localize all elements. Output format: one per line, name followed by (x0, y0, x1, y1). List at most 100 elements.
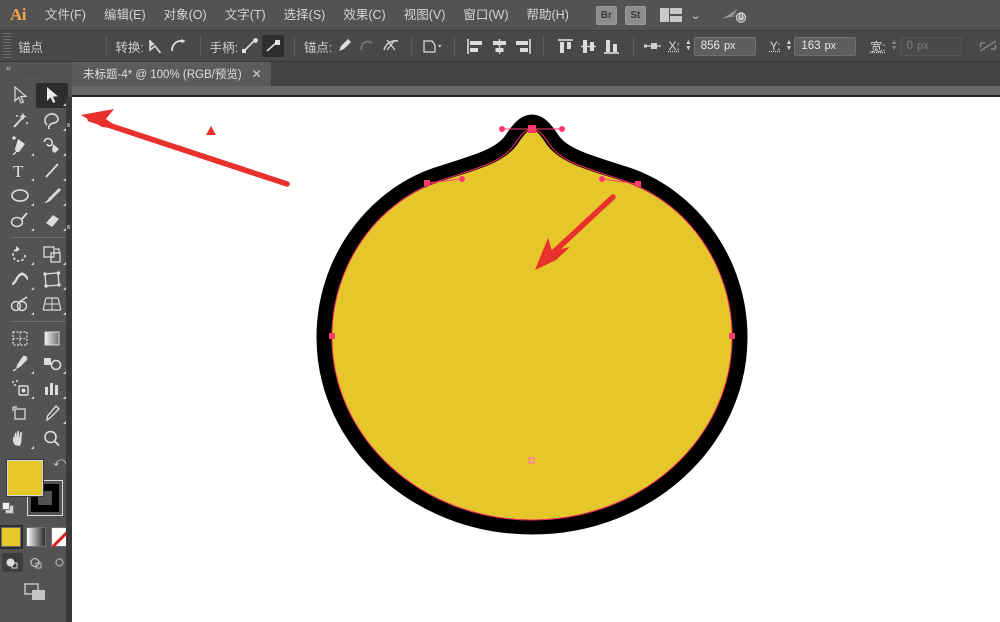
draw-normal-button[interactable] (1, 553, 23, 572)
y-input[interactable]: 163 px (794, 36, 857, 56)
align-top-icon[interactable] (554, 35, 575, 57)
x-stepper-down[interactable]: ▼ (685, 45, 692, 52)
creative-cloud-icon[interactable] (720, 5, 750, 25)
transform-reference-icon[interactable] (643, 35, 665, 57)
document-tab[interactable]: 未标题-4* @ 100% (RGB/预览) ✕ (72, 62, 271, 86)
convert-to-corner-icon[interactable] (145, 35, 166, 57)
constrain-proportions-icon[interactable] (978, 35, 999, 57)
arrange-documents-icon[interactable] (659, 7, 684, 23)
tool-eraser[interactable] (36, 208, 68, 233)
tool-pen[interactable] (4, 133, 36, 158)
width-value: 0 (906, 40, 914, 52)
fill-swatch[interactable] (7, 460, 43, 496)
color-swatch-area: ⤺ (0, 455, 72, 525)
tools-panel-collapse[interactable]: « (0, 62, 72, 74)
tools-divider (10, 237, 66, 238)
control-bar-grip[interactable] (3, 33, 12, 59)
tool-perspective-grid[interactable] (36, 292, 68, 317)
default-fill-stroke-icon[interactable] (2, 502, 15, 515)
tool-free-transform[interactable] (36, 267, 68, 292)
menu-effect[interactable]: 效果(C) (334, 0, 394, 31)
handle-point (459, 176, 465, 182)
fill-mode-group (0, 525, 72, 549)
tool-column-graph[interactable] (36, 376, 68, 401)
anchor-label: 锚点: (303, 40, 333, 55)
mode-gradient-button[interactable] (26, 527, 46, 547)
show-handles-icon[interactable] (239, 35, 260, 57)
divider (411, 36, 413, 56)
cut-path-icon[interactable] (380, 35, 401, 57)
stock-button[interactable]: St (624, 5, 646, 25)
handle-point (499, 126, 505, 132)
divider (454, 36, 456, 56)
persimmon-path[interactable] (316, 114, 748, 535)
y-stepper[interactable]: ▲ ▼ (785, 39, 792, 52)
isolate-shape-icon[interactable] (422, 35, 444, 57)
tool-hand[interactable] (4, 426, 36, 451)
menu-window[interactable]: 窗口(W) (454, 0, 517, 31)
swap-fill-stroke-icon[interactable]: ⤺ (53, 455, 67, 469)
x-input[interactable]: 856 px (693, 36, 756, 56)
menu-view[interactable]: 视图(V) (395, 0, 455, 31)
tool-ellipse[interactable] (4, 183, 36, 208)
divider (105, 36, 107, 56)
tool-eyedropper[interactable] (4, 351, 36, 376)
tool-zoom[interactable] (36, 426, 68, 451)
connect-anchor-icon (357, 35, 378, 57)
tool-curvature[interactable] (36, 133, 68, 158)
menu-type[interactable]: 文字(T) (216, 0, 275, 31)
y-value: 163 (801, 40, 821, 52)
bridge-button[interactable]: Br (595, 5, 617, 25)
mode-color-button[interactable] (0, 525, 23, 549)
tool-scale[interactable] (36, 242, 68, 267)
align-center-horizontal-icon[interactable] (489, 35, 510, 57)
menu-object[interactable]: 对象(O) (155, 0, 216, 31)
draw-behind-button[interactable] (26, 553, 47, 572)
tools-panel-grip[interactable] (0, 74, 72, 83)
menu-help[interactable]: 帮助(H) (518, 0, 578, 31)
anchor-point-selected (424, 180, 430, 186)
x-stepper[interactable]: ▲ ▼ (685, 39, 692, 52)
tool-type[interactable]: T (4, 158, 36, 183)
screen-mode-button[interactable] (0, 582, 72, 602)
canvas-artboard[interactable] (72, 97, 1000, 622)
tool-gradient[interactable] (36, 326, 68, 351)
align-right-icon[interactable] (512, 35, 533, 57)
tool-selection[interactable] (4, 83, 36, 108)
tool-blend[interactable] (36, 351, 68, 376)
menu-edit[interactable]: 编辑(E) (95, 0, 155, 31)
width-input: 0 px (899, 36, 962, 56)
align-left-icon[interactable] (465, 35, 486, 57)
tool-lasso[interactable] (36, 108, 68, 133)
menu-select[interactable]: 选择(S) (275, 0, 335, 31)
tool-direct-selection[interactable] (36, 83, 68, 108)
divider (293, 36, 295, 56)
tool-rotate[interactable] (4, 242, 36, 267)
tool-shape-builder[interactable] (4, 292, 36, 317)
handle-point (599, 176, 605, 182)
tool-width[interactable] (4, 267, 36, 292)
y-stepper-down[interactable]: ▼ (785, 45, 792, 52)
svg-text:T: T (13, 162, 24, 180)
tool-line-segment[interactable] (36, 158, 68, 183)
align-bottom-icon[interactable] (601, 35, 622, 57)
width-field-group: 宽: ▲ ▼ 0 px (870, 36, 962, 56)
remove-anchor-icon[interactable] (333, 35, 354, 57)
tool-slice[interactable] (36, 401, 68, 426)
tool-shaper[interactable] (4, 208, 36, 233)
divider (632, 36, 634, 56)
align-middle-vertical-icon[interactable] (578, 35, 599, 57)
tool-mesh[interactable] (4, 326, 36, 351)
workspace-chevron-down-icon[interactable]: ⌄ (689, 9, 701, 22)
menu-file[interactable]: 文件(F) (36, 0, 95, 31)
tool-paintbrush[interactable] (36, 183, 68, 208)
close-icon[interactable]: ✕ (252, 68, 262, 80)
tools-grid: T (0, 83, 72, 451)
tool-artboard[interactable] (4, 401, 36, 426)
tool-symbol-sprayer[interactable] (4, 376, 36, 401)
convert-to-smooth-icon[interactable] (168, 35, 189, 57)
hide-handles-icon[interactable] (262, 35, 284, 57)
tool-flyout-indicator (31, 203, 34, 206)
document-tab-bar: 未标题-4* @ 100% (RGB/预览) ✕ (72, 62, 1000, 86)
tool-magic-wand[interactable] (4, 108, 36, 133)
